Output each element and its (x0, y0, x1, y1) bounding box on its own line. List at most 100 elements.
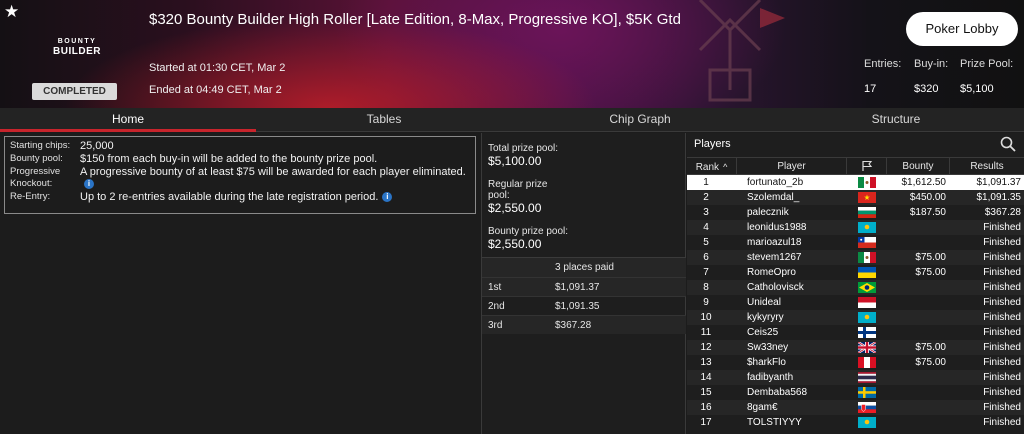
flag-icon (861, 160, 872, 171)
country-flag-icon (858, 342, 876, 353)
player-row[interactable]: 9 Unideal Finished (687, 295, 1024, 310)
tournament-title: $320 Bounty Builder High Roller [Late Ed… (149, 11, 681, 28)
poker-lobby-button[interactable]: Poker Lobby (906, 12, 1018, 46)
player-country (847, 385, 887, 400)
player-result: Finished (983, 267, 1021, 278)
player-name: kykyryry (747, 312, 784, 323)
player-country (847, 280, 887, 295)
tab-structure[interactable]: Structure (768, 108, 1024, 131)
player-row[interactable]: 4 leonidus1988 Finished (687, 220, 1024, 235)
player-bounty (887, 280, 950, 295)
country-flag-icon (858, 282, 876, 293)
regular-prize-pool: Regular prize pool: $2,550.00 (482, 179, 562, 215)
place-amount: $1,091.35 (555, 301, 600, 312)
player-name: Szolemdal_ (747, 192, 800, 203)
player-row[interactable]: 10 kykyryry Finished (687, 310, 1024, 325)
player-name: RomeOpro (747, 267, 796, 278)
player-name: Unideal (747, 297, 781, 308)
player-row[interactable]: 13 $harkFlo $75.00 Finished (687, 355, 1024, 370)
country-flag-icon (858, 237, 876, 248)
country-flag-icon (858, 222, 876, 233)
player-name: stevem1267 (747, 252, 802, 263)
player-row[interactable]: 12 Sw33ney $75.00 Finished (687, 340, 1024, 355)
player-bounty: $75.00 (915, 267, 946, 278)
player-name: Ceis25 (747, 327, 779, 338)
entries-value: 17 (864, 83, 877, 95)
country-flag-icon (858, 177, 876, 188)
place-row: 2nd $1,091.35 (482, 296, 686, 315)
tab-home[interactable]: Home (0, 108, 256, 132)
column-results[interactable]: Results (950, 158, 1024, 174)
player-country (847, 220, 887, 235)
player-country (847, 250, 887, 265)
player-country (847, 175, 887, 190)
players-title: Players (694, 138, 731, 150)
search-icon[interactable] (1000, 136, 1016, 152)
player-row[interactable]: 11 Ceis25 Finished (687, 325, 1024, 340)
column-country[interactable] (847, 158, 887, 174)
info-key: Starting chips: (10, 140, 71, 151)
player-result: $1,091.37 (976, 177, 1022, 188)
bounty-prize-label: Bounty prize pool: (488, 226, 569, 237)
player-result: $367.28 (984, 207, 1021, 218)
player-bounty: $75.00 (915, 252, 946, 263)
place-row: 1st $1,091.37 (482, 277, 686, 296)
player-result: Finished (983, 252, 1021, 263)
place-label: 2nd (488, 301, 505, 312)
player-rank: 1 (703, 177, 709, 188)
column-player[interactable]: Player (737, 158, 847, 174)
player-row[interactable]: 8 Catholovisck Finished (687, 280, 1024, 295)
total-prize-pool: Total prize pool: $5,100.00 (482, 143, 564, 168)
player-row[interactable]: 2 Szolemdal_ $450.00 $1,091.35 (687, 190, 1024, 205)
player-name: $harkFlo (747, 357, 786, 368)
player-bounty (887, 370, 950, 385)
prize-pool-label: Prize Pool: (960, 58, 1014, 70)
player-country (847, 235, 887, 250)
player-rank: 10 (700, 312, 712, 323)
info-value: 25,000 (80, 140, 114, 152)
info-icon[interactable]: i (382, 192, 393, 203)
player-result: Finished (983, 402, 1021, 413)
player-rank: 7 (703, 267, 709, 278)
player-row[interactable]: 14 fadibyanth Finished (687, 370, 1024, 385)
players-panel: Players Rank ^ Player Bounty Results 1 for… (687, 133, 1024, 434)
player-bounty (887, 295, 950, 310)
player-rank: 4 (703, 222, 709, 233)
player-bounty (887, 235, 950, 250)
tab-chip-graph[interactable]: Chip Graph (512, 108, 768, 131)
player-name: marioazul18 (747, 237, 802, 248)
country-flag-icon (858, 417, 876, 428)
player-result: Finished (983, 237, 1021, 248)
player-country (847, 295, 887, 310)
favorite-star-icon[interactable]: ★ (4, 2, 19, 22)
player-result: Finished (983, 342, 1021, 353)
info-row-re-entry: Re-Entry: Up to 2 re-entries available d… (10, 191, 470, 203)
player-row[interactable]: 1 fortunato_2b $1,612.50 $1,091.37 (687, 175, 1024, 190)
player-row[interactable]: 15 Dembaba568 Finished (687, 385, 1024, 400)
player-result: Finished (983, 327, 1021, 338)
tab-tables[interactable]: Tables (256, 108, 512, 131)
column-rank[interactable]: Rank ^ (687, 158, 737, 174)
player-name: palecznik (747, 207, 789, 218)
player-bounty (887, 400, 950, 415)
player-row[interactable]: 6 stevem1267 $75.00 Finished (687, 250, 1024, 265)
country-flag-icon (858, 357, 876, 368)
player-rank: 16 (700, 402, 712, 413)
player-country (847, 190, 887, 205)
player-row[interactable]: 7 RomeOpro $75.00 Finished (687, 265, 1024, 280)
country-flag-icon (858, 192, 876, 203)
player-name: TOLSTIYYY (747, 417, 802, 428)
player-row[interactable]: 16 8gam€ Finished (687, 400, 1024, 415)
info-row-progressive-knockout: Progressive Knockout: A progressive boun… (10, 166, 470, 190)
column-bounty[interactable]: Bounty (887, 158, 950, 174)
country-flag-icon (858, 297, 876, 308)
player-row[interactable]: 5 marioazul18 Finished (687, 235, 1024, 250)
player-row[interactable]: 3 palecznik $187.50 $367.28 (687, 205, 1024, 220)
info-icon[interactable]: i (84, 179, 94, 190)
info-key: Re-Entry: (10, 191, 51, 202)
player-row[interactable]: 17 TOLSTIYYY Finished (687, 415, 1024, 430)
player-result: Finished (983, 417, 1021, 428)
player-name: Sw33ney (747, 342, 789, 353)
place-row: 3rd $367.28 (482, 315, 686, 334)
country-flag-icon (858, 267, 876, 278)
